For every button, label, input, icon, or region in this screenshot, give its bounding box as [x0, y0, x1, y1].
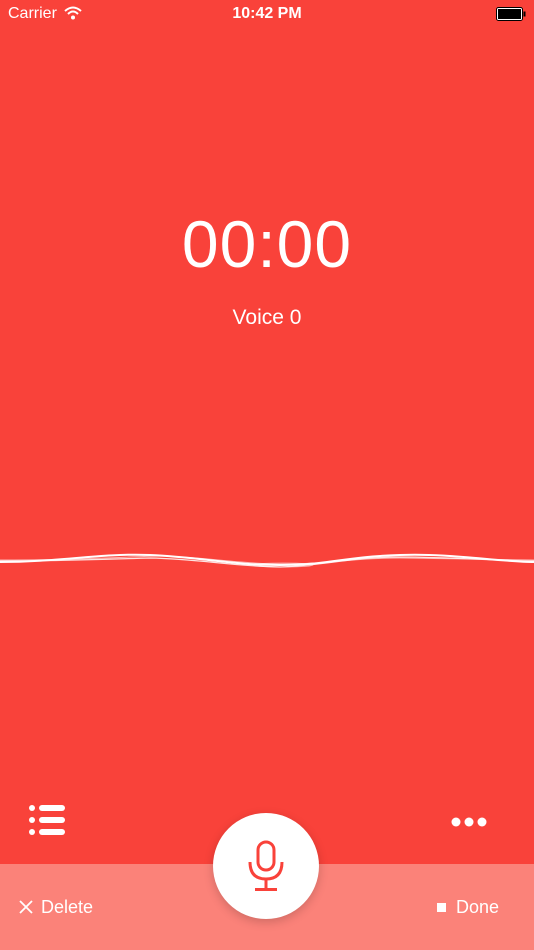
- delete-button[interactable]: Delete: [18, 893, 93, 921]
- microphone-icon: [248, 840, 284, 891]
- status-time: 10:42 PM: [232, 5, 302, 22]
- done-label: Done: [456, 896, 500, 917]
- close-icon: [19, 900, 33, 914]
- list-icon: [29, 805, 65, 835]
- done-button[interactable]: Done: [437, 893, 499, 921]
- waveform: [0, 553, 534, 568]
- elapsed-time: 00:00: [181, 207, 353, 281]
- more-icon: [451, 817, 487, 827]
- record-button[interactable]: [213, 813, 319, 919]
- recording-title: Voice 0: [232, 306, 302, 329]
- recordings-list-button[interactable]: [28, 803, 66, 837]
- status-bar: Carrier 10:42 PM: [0, 0, 534, 30]
- delete-label: Delete: [41, 896, 94, 917]
- stop-icon: [437, 902, 446, 912]
- battery-icon: [496, 7, 526, 21]
- more-button[interactable]: [450, 810, 488, 834]
